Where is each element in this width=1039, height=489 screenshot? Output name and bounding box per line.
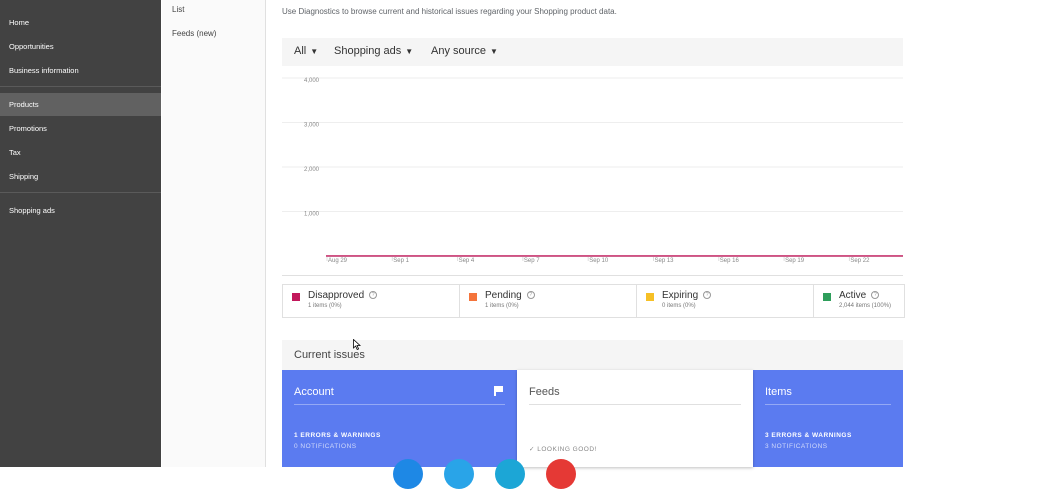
legend-label-text: Expiring	[662, 290, 699, 301]
scope-filter-value: All	[294, 45, 307, 57]
x-tick-label: Sep 10	[589, 258, 609, 264]
legend-label: Active?	[839, 290, 880, 301]
legend-label-text: Disapproved	[308, 290, 365, 301]
legend-count: 1 items (0%)	[485, 303, 519, 309]
feeds-issues-card[interactable]: Feeds ✓ LOOKING GOOD!	[517, 370, 753, 467]
current-issues-header: Current issues	[282, 340, 903, 370]
nav-item-shopping-ads[interactable]: Shopping ads	[9, 206, 55, 215]
legend-label-text: Active	[839, 290, 867, 301]
x-tick-label: Sep 13	[655, 258, 675, 264]
account-issues-card[interactable]: Account 1 ERRORS & WARNINGS 0 NOTIFICATI…	[282, 370, 517, 467]
destination-filter-dropdown[interactable]: Shopping ads ▼	[334, 45, 413, 57]
y-tick-label: 2,000	[304, 167, 320, 173]
help-circle-icon[interactable]: ?	[871, 291, 880, 299]
mouse-cursor-icon	[353, 339, 361, 350]
floating-action-button[interactable]	[444, 459, 474, 489]
x-tick-label: Sep 19	[785, 258, 805, 264]
nav-item-opportunities[interactable]: Opportunities	[9, 42, 54, 51]
source-filter-dropdown[interactable]: Any source ▼	[431, 45, 498, 57]
subnav-item-feeds[interactable]: Feeds (new)	[172, 29, 216, 38]
legend-label: Disapproved?	[308, 290, 378, 301]
chart-svg: 4,000 3,000 2,000 1,000 Aug 29 Sep 1 Sep 4 Sep …	[282, 77, 903, 264]
status-legend: Disapproved? 1 items (0%) Pending? 1 ite…	[282, 284, 905, 318]
nav-item-business-information[interactable]: Business information	[9, 66, 79, 75]
diagnostics-chart: 4,000 3,000 2,000 1,000 Aug 29 Sep 1 Sep 4 Sep …	[282, 66, 903, 276]
y-tick-label: 3,000	[304, 123, 320, 129]
legend-label-text: Pending	[485, 290, 522, 301]
looking-good-status: ✓ LOOKING GOOD!	[529, 446, 597, 453]
card-divider	[294, 404, 505, 405]
legend-count: 2,044 items (100%)	[839, 303, 892, 309]
errors-warnings-count: 3 ERRORS & WARNINGS	[765, 432, 852, 439]
products-subnav: List Feeds (new)	[162, 0, 266, 467]
card-title: Account	[294, 386, 334, 398]
caret-down-icon: ▼	[405, 47, 414, 56]
left-navigation: Home Opportunities Business information …	[0, 0, 161, 467]
legend-disapproved[interactable]: Disapproved? 1 items (0%)	[283, 285, 460, 317]
floating-action-button[interactable]	[393, 459, 423, 489]
nav-item-shipping[interactable]: Shipping	[9, 172, 38, 181]
notifications-count: 0 NOTIFICATIONS	[294, 443, 357, 450]
legend-expiring[interactable]: Expiring? 0 items (0%)	[637, 285, 814, 317]
x-tick-label: Sep 16	[720, 258, 740, 264]
legend-active[interactable]: Active? 2,044 items (100%)	[814, 285, 904, 317]
card-divider	[765, 404, 891, 405]
errors-warnings-count: 1 ERRORS & WARNINGS	[294, 432, 381, 439]
x-tick-label: Sep 4	[459, 258, 475, 264]
legend-label: Pending?	[485, 290, 535, 301]
y-tick-label: 4,000	[304, 78, 320, 84]
legend-swatch	[823, 293, 831, 301]
y-tick-label: 1,000	[304, 212, 320, 218]
floating-action-button[interactable]	[495, 459, 525, 489]
filter-bar: All ▼ Shopping ads ▼ Any source ▼	[282, 38, 903, 66]
nav-item-home[interactable]: Home	[9, 18, 29, 27]
chart-separator	[282, 275, 903, 276]
help-circle-icon[interactable]: ?	[526, 291, 535, 299]
legend-count: 0 items (0%)	[662, 303, 696, 309]
notifications-count: 3 NOTIFICATIONS	[765, 443, 828, 450]
floating-action-button[interactable]	[546, 459, 576, 489]
source-filter-value: Any source	[431, 45, 487, 57]
subnav-item-list[interactable]: List	[172, 5, 184, 14]
nav-item-tax[interactable]: Tax	[9, 148, 21, 157]
card-title: Items	[765, 386, 792, 398]
page-description: Use Diagnostics to browse current and hi…	[282, 7, 617, 16]
caret-down-icon: ▼	[310, 47, 319, 56]
legend-swatch	[292, 293, 300, 301]
help-circle-icon[interactable]: ?	[703, 291, 712, 299]
x-tick-label: Sep 22	[850, 258, 870, 264]
nav-item-products[interactable]: Products	[9, 100, 39, 109]
card-divider	[529, 404, 741, 405]
card-title: Feeds	[529, 386, 560, 398]
destination-filter-value: Shopping ads	[334, 45, 402, 57]
flag-icon[interactable]	[494, 386, 503, 396]
legend-label: Expiring?	[662, 290, 712, 301]
legend-count: 1 items (0%)	[308, 303, 342, 309]
help-circle-icon[interactable]: ?	[369, 291, 378, 299]
legend-pending[interactable]: Pending? 1 items (0%)	[460, 285, 637, 317]
caret-down-icon: ▼	[490, 47, 498, 56]
legend-swatch	[646, 293, 654, 301]
items-issues-card[interactable]: Items 3 ERRORS & WARNINGS 3 NOTIFICATION…	[753, 370, 903, 467]
current-issues-title: Current issues	[294, 349, 365, 361]
nav-divider	[0, 192, 161, 193]
x-tick-label: Sep 1	[393, 258, 409, 264]
x-tick-label: Sep 7	[524, 258, 540, 264]
scope-filter-dropdown[interactable]: All ▼	[294, 45, 318, 57]
nav-divider	[0, 86, 161, 87]
nav-item-promotions[interactable]: Promotions	[9, 124, 47, 133]
legend-swatch	[469, 293, 477, 301]
x-tick-label: Aug 29	[328, 258, 348, 264]
